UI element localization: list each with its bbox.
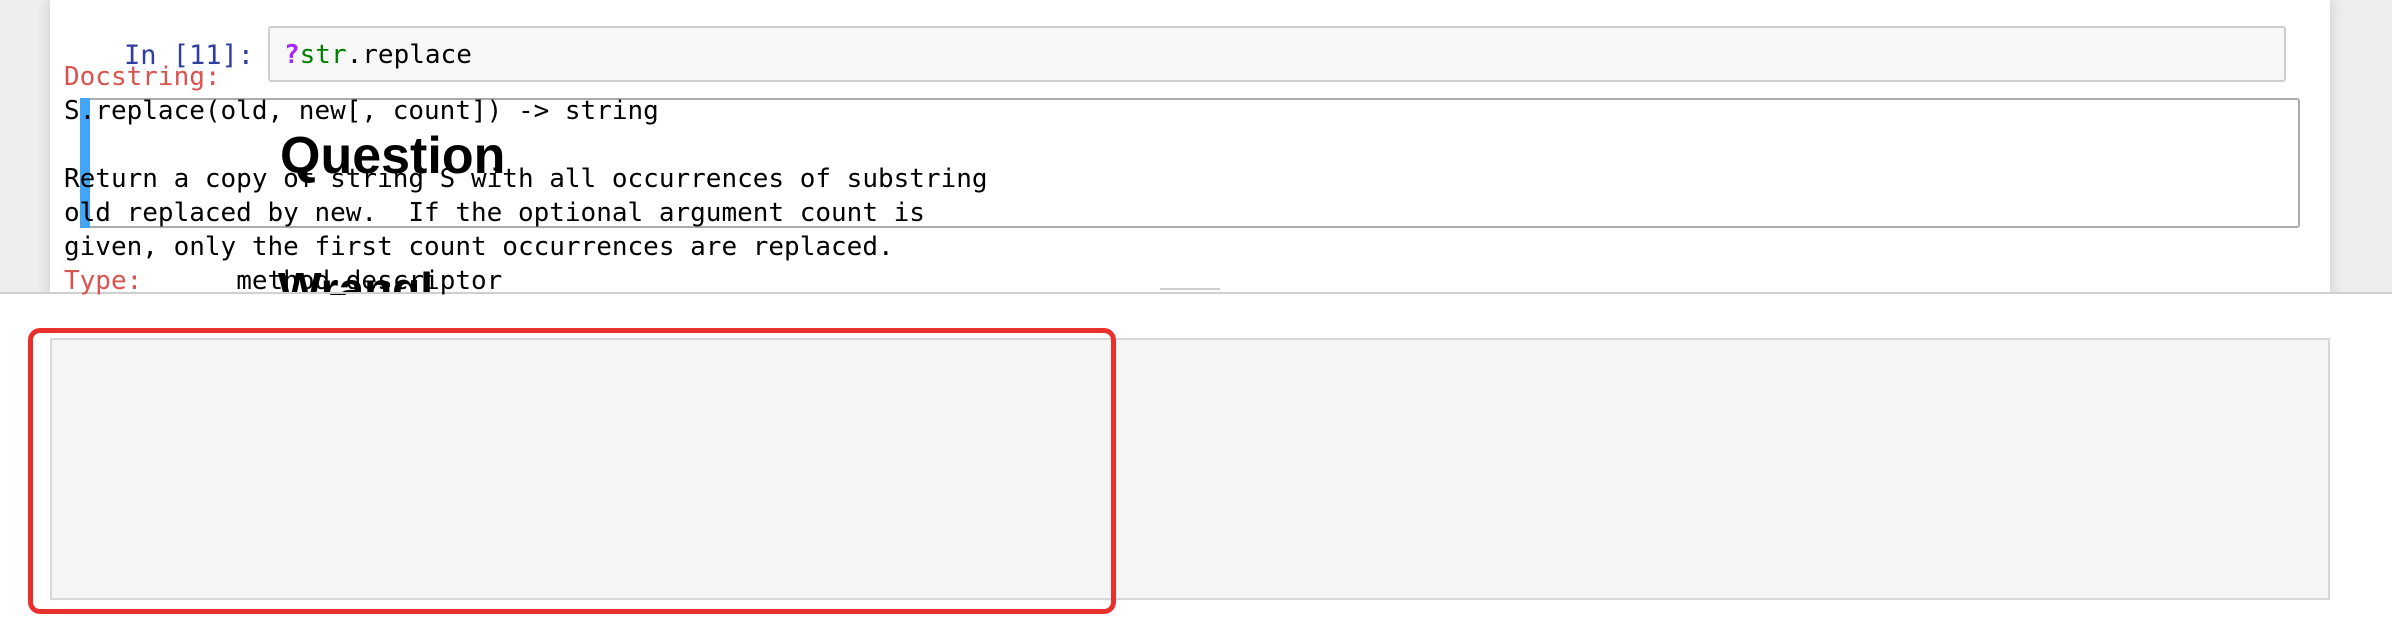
docstring-description-line-3: given, only the first count occurrences … [64, 232, 894, 262]
docstring-signature: S.replace(old, new[, count]) -> string [64, 96, 659, 126]
type-label: Type: [64, 266, 143, 296]
pager-contents [50, 338, 2330, 600]
docstring-text: Docstring: S.replace(old, new[, count]) … [64, 60, 988, 298]
docstring-description-line-2: old replaced by new. If the optional arg… [64, 198, 925, 228]
type-value: method_descriptor [236, 266, 503, 296]
docstring-description-line-1: Return a copy of string S with all occur… [64, 164, 988, 194]
pager-panel [0, 288, 2392, 626]
docstring-label: Docstring: [64, 62, 221, 92]
pager-resize-handle[interactable] [1160, 288, 1220, 294]
